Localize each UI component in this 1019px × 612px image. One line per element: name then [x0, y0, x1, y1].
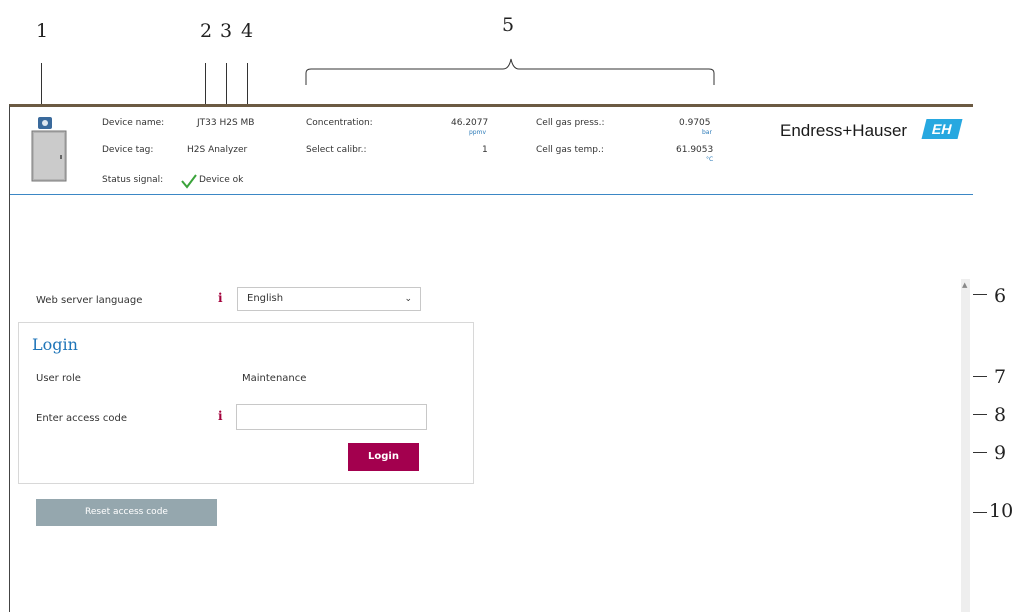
reset-access-code-button[interactable]: Reset access code [36, 499, 217, 526]
header-divider [10, 194, 973, 195]
callout-5: 5 [502, 14, 515, 36]
device-tag-value: H2S Analyzer [187, 145, 248, 155]
callout-7: 7 [994, 366, 1007, 388]
concentration-label: Concentration: [306, 118, 373, 128]
cell-gas-temp-unit: °C [706, 156, 714, 163]
device-icon [31, 117, 67, 182]
callout-9: 9 [994, 442, 1007, 464]
user-role-value: Maintenance [242, 373, 307, 384]
callout-2: 2 [200, 20, 213, 42]
info-icon[interactable]: i [218, 291, 223, 305]
cell-gas-temp-label: Cell gas temp.: [536, 145, 604, 155]
concentration-value: 46.2077 [451, 118, 489, 128]
user-role-label: User role [36, 373, 81, 384]
check-icon [181, 174, 197, 189]
scrollbar[interactable] [961, 279, 970, 612]
bracket-5 [305, 58, 715, 85]
chevron-down-icon: ⌄ [404, 294, 412, 304]
cell-gas-temp-value: 61.9053 [676, 145, 714, 155]
callout-6: 6 [994, 285, 1007, 307]
device-tag-label: Device tag: [102, 145, 154, 155]
web-ui-screen: Device name: JT33 H2S MB Device tag: H2S… [9, 104, 973, 612]
callout-4: 4 [241, 20, 254, 42]
login-button[interactable]: Login [348, 443, 419, 471]
device-name-label: Device name: [102, 118, 165, 128]
scroll-up-icon[interactable]: ▲ [962, 281, 967, 289]
login-title: Login [32, 335, 78, 354]
language-label: Web server language [36, 295, 143, 306]
callout-8: 8 [994, 404, 1007, 426]
device-name-value: JT33 H2S MB [197, 118, 255, 128]
cell-gas-press-label: Cell gas press.: [536, 118, 605, 128]
callout-3: 3 [220, 20, 233, 42]
cell-gas-press-unit: bar [702, 129, 712, 136]
access-code-label: Enter access code [36, 413, 128, 424]
login-panel: Login User role Maintenance Enter access… [18, 322, 474, 484]
cell-gas-press-value: 0.9705 [679, 118, 711, 128]
brand-logo: EH [921, 119, 963, 139]
status-signal-value: Device ok [199, 175, 244, 185]
brand-name: Endress+Hauser [780, 121, 908, 140]
select-calibr-value: 1 [482, 145, 488, 155]
language-selected: English [247, 293, 284, 304]
callout-10: 10 [989, 500, 1014, 522]
language-select[interactable]: English ⌄ [237, 287, 421, 311]
access-code-input[interactable] [236, 404, 427, 430]
status-signal-label: Status signal: [102, 175, 164, 185]
callout-1: 1 [36, 20, 49, 42]
concentration-unit: ppmv [469, 129, 487, 136]
select-calibr-label: Select calibr.: [306, 145, 367, 155]
info-icon[interactable]: i [218, 409, 223, 423]
